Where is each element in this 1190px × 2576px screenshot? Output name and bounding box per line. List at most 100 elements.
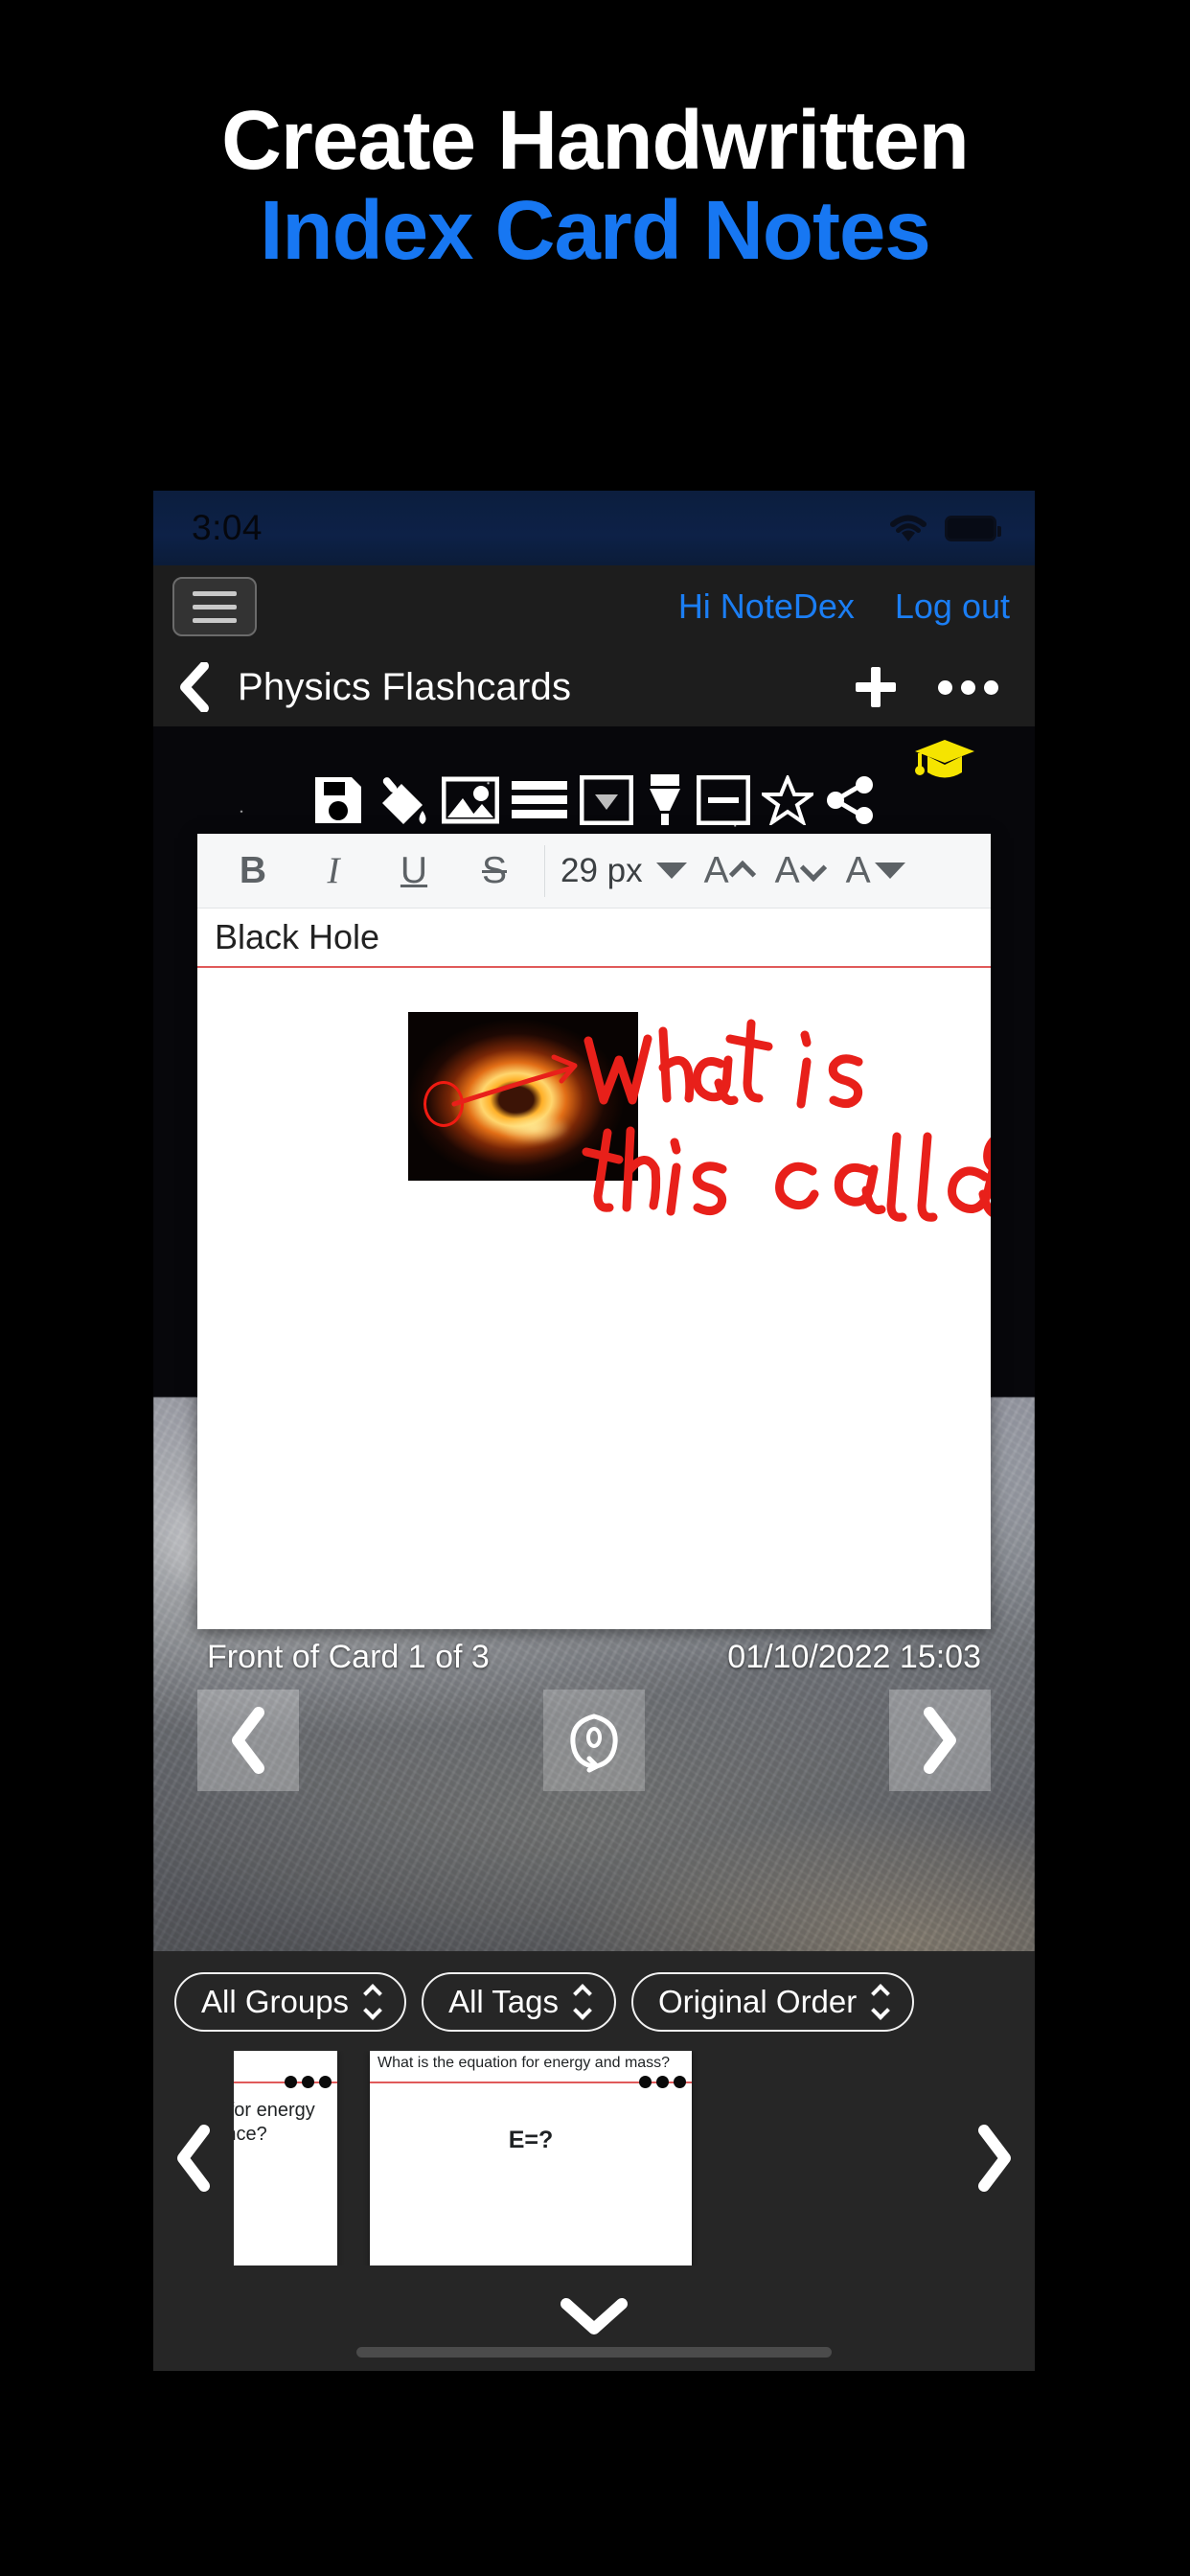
status-bar: 3:04	[153, 491, 1035, 565]
status-time: 3:04	[192, 508, 263, 547]
dot	[984, 679, 998, 695]
tags-filter-label: All Tags	[448, 1984, 560, 2019]
card-title-field[interactable]: Black Hole	[197, 908, 991, 968]
chevron-down-icon	[655, 862, 687, 879]
chevron-down-icon	[874, 862, 905, 879]
chevron-right-icon	[924, 1707, 956, 1774]
graduation-cap-icon	[915, 740, 974, 778]
divider-box-icon[interactable]	[697, 775, 750, 825]
dot	[961, 679, 975, 695]
title-bar-actions	[856, 667, 1012, 707]
hamburger-line	[193, 617, 237, 623]
increase-font-label: A	[703, 849, 729, 891]
paint-bucket-icon[interactable]	[377, 772, 430, 828]
chevron-right-icon	[978, 2125, 1011, 2192]
hamburger-line	[193, 604, 237, 610]
decrease-font-label: A	[774, 849, 800, 891]
card-list-sheet: All Groups All Tags Original Order or en…	[153, 1951, 1035, 2371]
hamburger-line	[193, 590, 237, 596]
groups-filter[interactable]: All Groups	[174, 1972, 407, 2032]
page-title: Physics Flashcards	[238, 665, 572, 708]
carousel-next-button[interactable]	[954, 2125, 1035, 2192]
underline-button[interactable]: U	[374, 834, 454, 908]
wifi-icon	[890, 515, 927, 541]
tags-filter[interactable]: All Tags	[422, 1972, 617, 2032]
chevron-updown-icon	[363, 1984, 382, 2020]
phone-screenshot: 3:04 Hi NoteDex Log out Physics Flashcar…	[153, 491, 1035, 2371]
chevron-down-icon[interactable]	[559, 2296, 629, 2336]
dropdown-box-icon[interactable]	[580, 775, 633, 825]
headline-line-1: Create Handwritten	[221, 94, 970, 187]
toolbar-divider	[544, 844, 545, 897]
dot	[938, 679, 952, 695]
thumbnail-answer: E=?	[508, 2127, 554, 2153]
editor-toolbar	[153, 772, 1035, 828]
logout-button[interactable]: Log out	[895, 586, 1010, 627]
thumbnail-body: ormula for energy quivalence?	[234, 2083, 337, 2162]
card-body[interactable]	[197, 968, 991, 1629]
headline-line-2: Index Card Notes	[260, 183, 931, 277]
rotate-flip-icon	[570, 1714, 618, 1773]
hamburger-menu-icon[interactable]	[172, 577, 257, 636]
groups-filter-label: All Groups	[201, 1984, 350, 2019]
increase-font-button[interactable]: A	[693, 850, 764, 892]
ellipsis-icon[interactable]	[285, 2076, 332, 2088]
card-date-label: 01/10/2022 15:03	[727, 1639, 981, 1675]
chevron-left-icon	[177, 2125, 210, 2192]
account-bar: Hi NoteDex Log out	[153, 565, 1035, 648]
font-size-select[interactable]: 29 px	[555, 852, 693, 890]
save-icon[interactable]	[311, 773, 365, 827]
card-navigation	[153, 1690, 1035, 1791]
thumbnail-header	[234, 2051, 337, 2088]
ellipsis-icon[interactable]	[639, 2076, 686, 2088]
thumbnail-header: What is the equation for energy and mass…	[370, 2051, 692, 2088]
card-footer: Front of Card 1 of 3 01/10/2022 15:03	[197, 1639, 991, 1676]
back-button[interactable]	[176, 662, 211, 712]
study-mode-button[interactable]	[912, 734, 977, 791]
add-card-button[interactable]	[856, 667, 896, 707]
sheet-footer	[153, 2281, 1035, 2371]
lines-icon[interactable]	[511, 775, 568, 825]
marker-pen-icon[interactable]	[645, 772, 685, 828]
handwritten-circle-annotation	[423, 1081, 464, 1127]
next-card-button[interactable]	[889, 1690, 991, 1791]
carousel-prev-button[interactable]	[153, 2125, 234, 2192]
thumbnail-question: What is the equation for energy and mass…	[378, 2055, 671, 2071]
card-title-text: Black Hole	[215, 917, 380, 956]
promo-headline: Create Handwritten Index Card Notes	[0, 96, 1190, 276]
chevron-updown-icon	[573, 1984, 592, 2020]
star-icon[interactable]	[762, 775, 813, 825]
image-icon[interactable]	[442, 775, 499, 825]
text-color-label: A	[845, 849, 871, 891]
thumbnail-question-line-2: quivalence?	[234, 2124, 267, 2145]
greeting-label[interactable]: Hi NoteDex	[678, 586, 855, 627]
card-editor-panel: B I U S 29 px A A A Black Hole	[197, 834, 991, 1629]
card-thumbnail-2[interactable]: What is the equation for energy and mass…	[370, 2051, 692, 2266]
more-options-button[interactable]	[938, 679, 998, 695]
card-thumbnail-1[interactable]: ormula for energy quivalence?	[234, 2051, 337, 2266]
status-indicators	[887, 513, 1001, 543]
strikethrough-button[interactable]: S	[454, 834, 535, 908]
font-size-value: 29 px	[561, 851, 643, 889]
thumbnail-question-line-1: ormula for energy	[234, 2100, 315, 2121]
chevron-left-icon	[180, 662, 209, 712]
italic-button[interactable]: I	[293, 834, 374, 908]
chevron-down-icon	[799, 854, 827, 882]
rich-text-toolbar: B I U S 29 px A A A	[197, 834, 991, 908]
order-filter[interactable]: Original Order	[631, 1972, 915, 2032]
filter-bar: All Groups All Tags Original Order	[153, 1951, 1035, 2032]
home-indicator	[356, 2347, 832, 2358]
text-color-button[interactable]: A	[835, 850, 917, 892]
card-carousel: ormula for energy quivalence? What is th…	[153, 2051, 1035, 2266]
account-links: Hi NoteDex Log out	[678, 586, 1016, 627]
accretion-glow	[486, 1106, 584, 1151]
deck-title-bar: Physics Flashcards	[153, 648, 1035, 726]
card-position-label: Front of Card 1 of 3	[207, 1639, 490, 1675]
share-icon[interactable]	[825, 774, 877, 826]
decrease-font-button[interactable]: A	[764, 850, 835, 892]
previous-card-button[interactable]	[197, 1690, 299, 1791]
bold-button[interactable]: B	[213, 834, 293, 908]
order-filter-label: Original Order	[658, 1984, 858, 2019]
chevron-left-icon	[232, 1707, 264, 1774]
flip-card-button[interactable]	[543, 1690, 645, 1791]
